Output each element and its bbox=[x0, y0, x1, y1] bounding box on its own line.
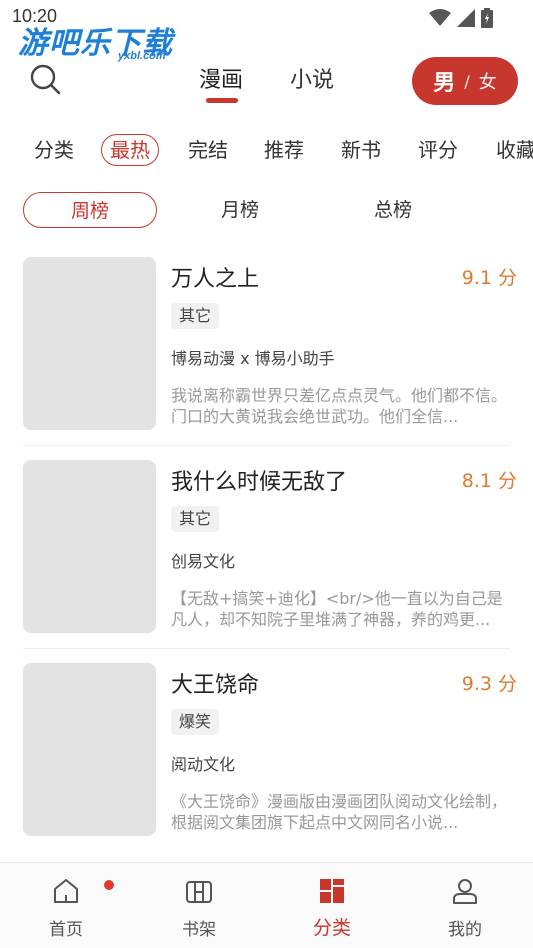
active-tab-indicator bbox=[206, 98, 238, 103]
rank-filter-bar: 周榜 月榜 总榜 bbox=[0, 192, 533, 232]
notification-badge bbox=[104, 880, 114, 890]
bookshelf-icon bbox=[186, 881, 212, 903]
book-author: 博易动漫 x 博易小助手 bbox=[171, 349, 335, 368]
rank-weekly[interactable]: 周榜 bbox=[23, 192, 157, 228]
nav-profile-label: 我的 bbox=[448, 920, 482, 940]
wifi-icon bbox=[429, 9, 451, 26]
gender-female-option[interactable]: 女 bbox=[479, 68, 497, 94]
book-item[interactable]: 万人之上 9.1 分 其它 博易动漫 x 博易小助手 我说离称霸世界只差亿点点灵… bbox=[0, 257, 533, 457]
home-icon bbox=[54, 879, 78, 903]
book-tag: 其它 bbox=[171, 303, 220, 329]
category-completed[interactable]: 完结 bbox=[188, 132, 228, 168]
book-title: 万人之上 bbox=[171, 267, 260, 292]
book-score: 9.3 分 bbox=[461, 673, 517, 695]
category-recommended[interactable]: 推荐 bbox=[264, 132, 304, 168]
book-title: 大王饶命 bbox=[171, 673, 260, 698]
tab-novel[interactable]: 小说 bbox=[290, 62, 334, 94]
nav-home[interactable]: 首页 bbox=[16, 863, 116, 943]
category-new[interactable]: 新书 bbox=[341, 132, 381, 168]
book-author: 阅动文化 bbox=[171, 755, 236, 774]
rank-total[interactable]: 总榜 bbox=[353, 192, 433, 228]
book-item[interactable]: 我什么时候无敌了 8.1 分 其它 创易文化 【无敌+搞笑+迪化】<br/>他一… bbox=[0, 460, 533, 660]
book-author: 创易文化 bbox=[171, 552, 236, 571]
category-hottest[interactable]: 最热 bbox=[101, 134, 159, 166]
rank-monthly[interactable]: 月榜 bbox=[200, 192, 280, 228]
category-icon bbox=[320, 879, 344, 903]
book-cover[interactable] bbox=[23, 460, 156, 633]
book-tag: 其它 bbox=[171, 506, 220, 532]
book-tag: 爆笑 bbox=[171, 709, 220, 735]
book-title: 我什么时候无敌了 bbox=[171, 470, 348, 495]
gender-toggle[interactable]: 男 / 女 bbox=[412, 57, 518, 105]
status-icons bbox=[429, 8, 493, 28]
nav-profile[interactable]: 我的 bbox=[415, 863, 515, 943]
category-filter-bar[interactable]: 分类 最热 完结 推荐 新书 评分 收藏 bbox=[0, 132, 533, 172]
nav-category[interactable]: 分类 bbox=[282, 863, 382, 943]
book-score: 9.1 分 bbox=[461, 267, 517, 289]
list-divider bbox=[23, 648, 510, 649]
gender-male-option[interactable]: 男 bbox=[433, 65, 455, 97]
book-description: 我说离称霸世界只差亿点点灵气。他们都不信。门口的大黄说我会绝世武功。他们全信..… bbox=[171, 386, 508, 426]
category-rating[interactable]: 评分 bbox=[418, 132, 458, 168]
nav-bookshelf-label: 书架 bbox=[182, 920, 216, 940]
gender-separator: / bbox=[464, 71, 470, 91]
category-classify[interactable]: 分类 bbox=[34, 132, 74, 168]
signal-icon bbox=[457, 9, 475, 27]
tab-comic[interactable]: 漫画 bbox=[199, 62, 243, 94]
list-divider bbox=[23, 445, 510, 446]
search-button[interactable] bbox=[28, 62, 68, 102]
category-favorites[interactable]: 收藏 bbox=[496, 132, 533, 168]
search-icon bbox=[30, 64, 61, 95]
nav-category-label: 分类 bbox=[312, 917, 351, 939]
book-cover[interactable] bbox=[23, 663, 156, 836]
book-cover[interactable] bbox=[23, 257, 156, 430]
nav-home-label: 首页 bbox=[49, 920, 83, 940]
profile-icon bbox=[453, 879, 477, 904]
book-item[interactable]: 大王饶命 9.3 分 爆笑 阅动文化 《大王饶命》漫画版由漫画团队阅动文化绘制，… bbox=[0, 663, 533, 863]
nav-bookshelf[interactable]: 书架 bbox=[149, 863, 249, 943]
book-description: 【无敌+搞笑+迪化】<br/>他一直以为自己是凡人，却不知院子里堆满了神器，养的… bbox=[171, 589, 503, 629]
bottom-navigation: 首页 书架 分类 我的 bbox=[0, 862, 533, 948]
top-header: 漫画 小说 男 / 女 bbox=[0, 52, 533, 110]
battery-icon bbox=[481, 8, 493, 28]
book-description: 《大王饶命》漫画版由漫画团队阅动文化绘制，根据阅文集团旗下起点中文网同名小说..… bbox=[171, 792, 508, 832]
book-score: 8.1 分 bbox=[461, 470, 517, 492]
